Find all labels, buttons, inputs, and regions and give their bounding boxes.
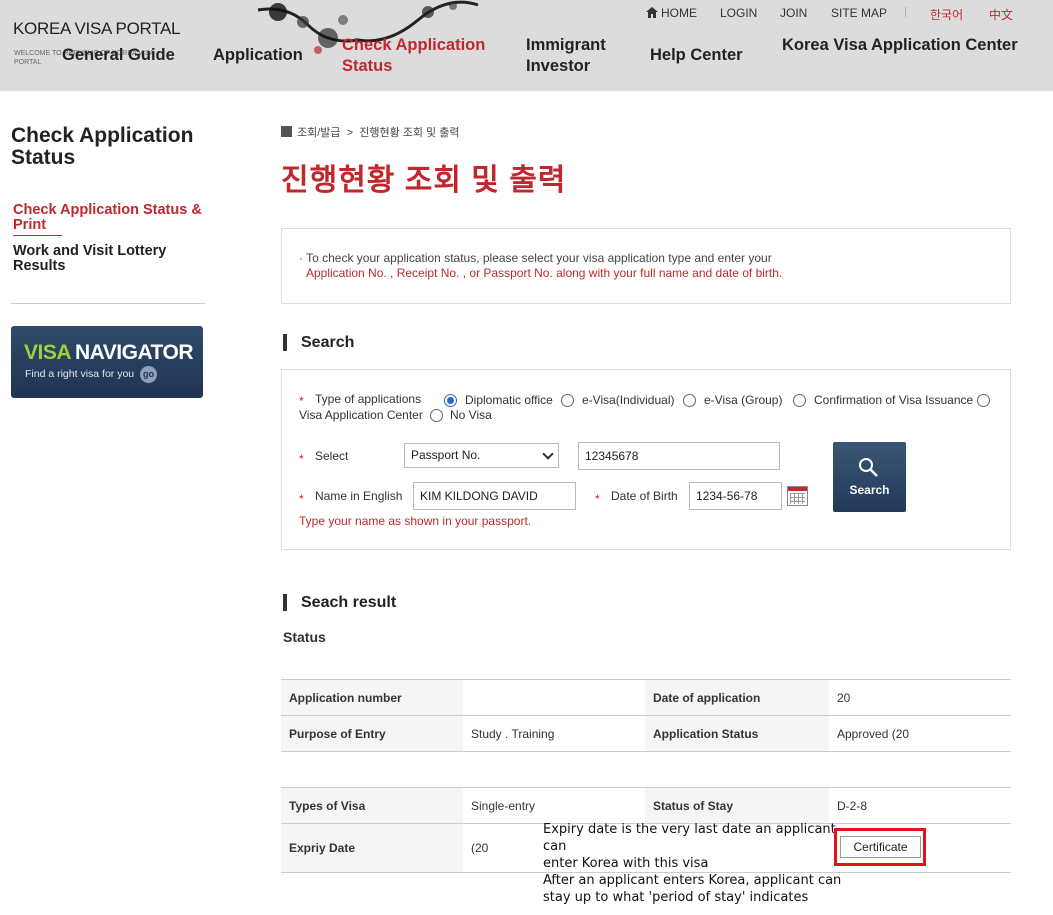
- result-heading: Seach result: [283, 594, 396, 611]
- header: KOREA VISA PORTAL WELCOME TO REPUBLIC OF…: [0, 0, 1053, 91]
- utility-sitemap-link[interactable]: SITE MAP: [831, 6, 887, 20]
- table-cell: D-2-8: [829, 787, 1011, 824]
- table-header-cell: Types of Visa: [281, 787, 463, 824]
- annotation-line: stay up to what 'period of stay' indicat…: [543, 890, 809, 905]
- radio-diplomatic-office[interactable]: [444, 394, 457, 407]
- radio-label[interactable]: Diplomatic office: [465, 393, 553, 407]
- annotation-line: enter Korea with this visa: [543, 856, 709, 871]
- utility-separator: |: [904, 6, 907, 18]
- id-type-select-value: Passport No.: [411, 448, 481, 462]
- table-header-cell: Application number: [281, 679, 463, 716]
- search-icon: [859, 458, 878, 477]
- table-row: Purpose of Entry Study . Training Applic…: [281, 715, 1011, 752]
- radio-label[interactable]: Visa Application Center: [299, 408, 423, 422]
- utility-home-link[interactable]: HOME: [646, 6, 697, 20]
- dob-input[interactable]: 1234-56-78: [689, 482, 782, 510]
- certificate-highlight-box: Certificate: [834, 828, 926, 866]
- table-row: Types of Visa Single-entry Status of Sta…: [281, 787, 1011, 824]
- info-box: · To check your application status, plea…: [281, 228, 1011, 304]
- sidebar-divider: [11, 303, 205, 304]
- breadcrumb-item-current: 진행현황 조회 및 출력: [359, 127, 460, 139]
- utility-chinese-link[interactable]: 中文: [989, 6, 1013, 23]
- sidebar-title: Check Application Status: [11, 124, 194, 169]
- gnb-visa-application-center[interactable]: Korea Visa Application Center: [782, 35, 1018, 56]
- utility-korean-link[interactable]: 한국어: [930, 6, 963, 23]
- required-marker: *: [299, 394, 304, 408]
- status-table: Application number Date of application 2…: [281, 679, 1011, 752]
- search-button-label: Search: [849, 483, 890, 497]
- home-icon[interactable]: [281, 126, 292, 137]
- table-header-cell: Date of application: [645, 679, 829, 716]
- table-cell: [463, 679, 645, 716]
- banner-brand-visa: VISA: [24, 341, 72, 364]
- annotation-note: Expiry date is the very last date an app…: [543, 821, 843, 906]
- calendar-icon[interactable]: [787, 486, 808, 506]
- radio-confirmation-of-visa[interactable]: [793, 394, 806, 407]
- table-cell: Study . Training: [463, 715, 645, 752]
- radio-label[interactable]: e-Visa (Group): [704, 393, 782, 407]
- banner-brand-navigator: NAVIGATOR: [75, 341, 194, 364]
- table-row: Application number Date of application 2…: [281, 679, 1011, 716]
- name-hint: Type your name as shown in your passport…: [299, 514, 532, 528]
- page-title: 진행현황 조회 및 출력: [281, 164, 567, 197]
- annotation-line: After an applicant enters Korea, applica…: [543, 873, 842, 888]
- table-header-cell: Application Status: [645, 715, 829, 752]
- required-marker: *: [595, 492, 600, 506]
- radio-visa-application-center[interactable]: [977, 394, 990, 407]
- required-marker: *: [299, 492, 304, 506]
- search-form: * Type of applications Diplomatic office…: [281, 369, 1011, 550]
- home-icon: [646, 7, 658, 18]
- visa-navigator-banner[interactable]: VISA NAVIGATOR Find a right visa for you…: [11, 326, 203, 398]
- info-line: · To check your application status, plea…: [299, 251, 772, 265]
- radio-label[interactable]: No Visa: [450, 408, 492, 422]
- gnb-general-guide[interactable]: General Guide: [62, 45, 175, 66]
- dob-label: Date of Birth: [611, 489, 678, 503]
- utility-join-link[interactable]: JOIN: [780, 6, 807, 20]
- annotation-line: Expiry date is the very last date an app…: [543, 822, 836, 854]
- gnb-help-center[interactable]: Help Center: [650, 45, 743, 66]
- table-cell: Approved (20: [829, 715, 1011, 752]
- table-header-cell: Purpose of Entry: [281, 715, 463, 752]
- gnb-immigrant-investor[interactable]: Immigrant Investor: [526, 35, 626, 77]
- chevron-down-icon: [542, 448, 554, 460]
- table-header-cell: Status of Stay: [645, 787, 829, 824]
- gnb-application[interactable]: Application: [213, 45, 303, 66]
- required-marker: *: [299, 452, 304, 466]
- select-label: Select: [315, 449, 349, 463]
- search-heading: Search: [283, 334, 354, 351]
- radio-no-visa[interactable]: [430, 409, 443, 422]
- banner-go-icon: go: [140, 366, 157, 383]
- search-button[interactable]: Search: [833, 442, 906, 512]
- banner-tagline: Find a right visa for you: [25, 368, 135, 380]
- breadcrumb-separator: >: [343, 127, 357, 139]
- name-input[interactable]: KIM KILDONG DAVID: [413, 482, 576, 510]
- logo-title[interactable]: KOREA VISA PORTAL: [13, 19, 180, 39]
- radio-evisa-individual[interactable]: [561, 394, 574, 407]
- breadcrumb: 조회/발급 > 진행현황 조회 및 출력: [281, 124, 459, 140]
- utility-home-label: HOME: [661, 6, 697, 20]
- table-cell: Single-entry: [463, 787, 645, 824]
- name-label: Name in English: [315, 489, 403, 503]
- status-subheading: Status: [283, 629, 326, 645]
- table-header-cell: Expriy Date: [281, 823, 463, 873]
- utility-login-link[interactable]: LOGIN: [720, 6, 757, 20]
- sidebar-item-check-status[interactable]: Check Application Status & Print: [13, 203, 203, 233]
- radio-label[interactable]: Confirmation of Visa Issuance: [814, 393, 973, 407]
- id-number-input[interactable]: 12345678: [578, 442, 780, 470]
- sidebar-item-lottery-results[interactable]: Work and Visit Lottery Results: [13, 244, 203, 274]
- table-cell: 20: [829, 679, 1011, 716]
- breadcrumb-item[interactable]: 조회/발급: [297, 127, 341, 139]
- certificate-button[interactable]: Certificate: [840, 836, 921, 858]
- gnb-check-application-status[interactable]: Check Application Status: [342, 35, 502, 77]
- sidebar-active-underline: [13, 235, 62, 236]
- radio-evisa-group[interactable]: [683, 394, 696, 407]
- id-type-select[interactable]: Passport No.: [404, 443, 559, 468]
- info-line-highlight: Application No. , Receipt No. , or Passp…: [306, 266, 783, 280]
- type-label: Type of applications: [315, 392, 422, 406]
- radio-label[interactable]: e-Visa(Individual): [582, 393, 675, 407]
